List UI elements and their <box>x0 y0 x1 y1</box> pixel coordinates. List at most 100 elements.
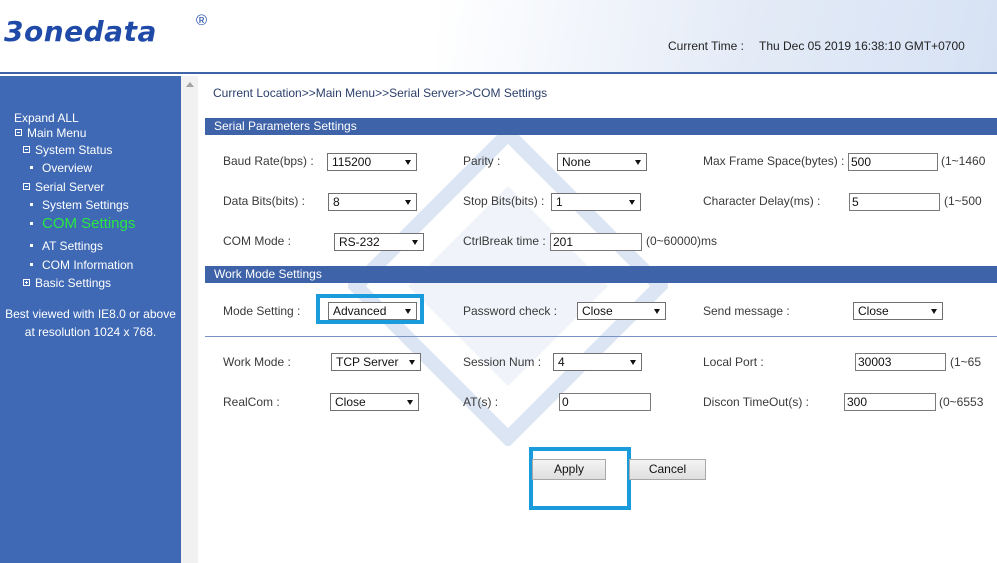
divider <box>205 336 997 337</box>
sidebar: Expand ALL Main Menu System Status Overv… <box>0 76 181 563</box>
data-bits-value: 8 <box>333 195 340 209</box>
scroll-up-arrow-icon[interactable] <box>186 82 194 87</box>
session-num-value: 4 <box>558 355 565 369</box>
at-input[interactable]: 0 <box>559 393 651 411</box>
current-time-label: Current Time : <box>668 39 745 53</box>
bullet-icon <box>30 222 33 225</box>
cancel-button[interactable]: Cancel <box>629 459 706 480</box>
stop-bits-label: Stop Bits(bits) : <box>463 194 545 208</box>
sidebar-item-main-menu[interactable]: Main Menu <box>15 126 86 140</box>
main-content: Current Location>>Main Menu>>Serial Serv… <box>198 76 997 563</box>
parity-select[interactable]: None <box>557 153 647 171</box>
parity-label: Parity : <box>463 154 501 168</box>
dropdown-arrow-icon <box>405 309 411 314</box>
sidebar-item-label: AT Settings <box>42 239 103 253</box>
realcom-value: Close <box>335 395 366 409</box>
vertical-scrollbar[interactable] <box>181 76 198 563</box>
logo: 3onedata <box>4 15 157 48</box>
sidebar-item-label: Overview <box>42 161 93 175</box>
breadcrumb: Current Location>>Main Menu>>Serial Serv… <box>213 86 548 100</box>
bullet-icon <box>30 263 33 266</box>
data-bits-select[interactable]: 8 <box>328 193 417 211</box>
session-num-label: Session Num : <box>463 355 542 369</box>
sidebar-item-at-settings[interactable]: AT Settings <box>30 239 103 253</box>
bullet-icon <box>30 203 33 206</box>
discon-timeout-label: Discon TimeOut(s) : <box>703 395 810 409</box>
realcom-select[interactable]: Close <box>330 393 419 411</box>
sidebar-item-serial-server[interactable]: Serial Server <box>23 180 104 194</box>
sidebar-item-com-information[interactable]: COM Information <box>30 258 133 272</box>
dropdown-arrow-icon <box>405 160 411 165</box>
ctrlbreak-time-label: CtrlBreak time : <box>463 234 546 248</box>
local-port-label: Local Port : <box>703 355 764 369</box>
sidebar-item-system-status[interactable]: System Status <box>23 143 112 157</box>
dropdown-arrow-icon <box>409 360 415 365</box>
sidebar-item-system-settings[interactable]: System Settings <box>30 198 129 212</box>
password-check-label: Password check : <box>463 304 558 318</box>
character-delay-label: Character Delay(ms) : <box>703 194 821 208</box>
max-frame-space-input[interactable]: 500 <box>848 153 938 171</box>
header-decoration <box>437 0 997 72</box>
serial-parameters-header: Serial Parameters Settings <box>205 118 997 135</box>
character-delay-input[interactable]: 5 <box>849 193 940 211</box>
browser-note-line1: Best viewed with IE8.0 or above <box>5 307 176 321</box>
baud-rate-select[interactable]: 115200 <box>327 153 417 171</box>
password-check-select[interactable]: Close <box>577 302 666 320</box>
local-port-range: (1~65 <box>950 355 982 369</box>
com-mode-select[interactable]: RS-232 <box>334 233 424 251</box>
discon-timeout-input[interactable]: 300 <box>844 393 936 411</box>
com-mode-label: COM Mode : <box>223 234 292 248</box>
work-mode-label: Work Mode : <box>223 355 291 369</box>
baud-rate-label: Baud Rate(bps) : <box>223 154 314 168</box>
work-mode-header: Work Mode Settings <box>205 266 997 283</box>
dropdown-arrow-icon <box>405 200 411 205</box>
collapse-icon <box>23 183 30 190</box>
sidebar-item-basic-settings[interactable]: Basic Settings <box>23 276 111 290</box>
work-mode-select[interactable]: TCP Server <box>331 353 421 371</box>
collapse-icon <box>15 129 22 136</box>
bullet-icon <box>30 166 33 169</box>
dropdown-arrow-icon <box>931 309 937 314</box>
sidebar-item-label: System Settings <box>42 198 129 212</box>
dropdown-arrow-icon <box>630 360 636 365</box>
stop-bits-value: 1 <box>556 195 563 209</box>
baud-rate-value: 115200 <box>332 155 372 169</box>
browser-note: Best viewed with IE8.0 or above at resol… <box>0 305 181 341</box>
apply-button[interactable]: Apply <box>532 459 606 480</box>
expand-icon <box>23 279 30 286</box>
sidebar-item-label: COM Settings <box>42 215 136 232</box>
sidebar-item-label: Serial Server <box>35 180 105 194</box>
com-mode-value: RS-232 <box>339 235 380 249</box>
mode-setting-select[interactable]: Advanced <box>328 302 417 320</box>
password-check-value: Close <box>582 304 613 318</box>
ctrlbreak-time-input[interactable]: 201 <box>550 233 642 251</box>
session-num-select[interactable]: 4 <box>553 353 642 371</box>
mode-setting-value: Advanced <box>333 304 387 318</box>
local-port-input[interactable]: 30003 <box>855 353 946 371</box>
at-label: AT(s) : <box>463 395 499 409</box>
sidebar-item-label: Basic Settings <box>35 276 112 290</box>
max-frame-space-label: Max Frame Space(bytes) : <box>703 154 845 168</box>
send-message-label: Send message : <box>703 304 790 318</box>
sidebar-item-label: COM Information <box>42 258 134 272</box>
expand-all-link[interactable]: Expand ALL <box>14 111 79 125</box>
character-delay-range: (1~500 <box>944 194 982 208</box>
dropdown-arrow-icon <box>412 240 418 245</box>
bullet-icon <box>30 244 33 247</box>
ctrlbreak-time-range: (0~60000)ms <box>646 234 718 248</box>
send-message-value: Close <box>858 304 889 318</box>
discon-timeout-range: (0~6553 <box>939 395 984 409</box>
sidebar-item-overview[interactable]: Overview <box>30 161 92 175</box>
dropdown-arrow-icon <box>629 200 635 205</box>
stop-bits-select[interactable]: 1 <box>551 193 641 211</box>
work-mode-value: TCP Server <box>336 355 399 369</box>
dropdown-arrow-icon <box>407 400 413 405</box>
sidebar-item-com-settings[interactable]: COM Settings <box>30 215 136 232</box>
dropdown-arrow-icon <box>654 309 660 314</box>
header: 3onedata ® Current Time : Thu Dec 05 201… <box>0 0 997 74</box>
sidebar-item-label: Main Menu <box>27 126 87 140</box>
max-frame-space-range: (1~1460 <box>941 154 986 168</box>
registered-mark: ® <box>196 12 208 29</box>
send-message-select[interactable]: Close <box>853 302 943 320</box>
data-bits-label: Data Bits(bits) : <box>223 194 306 208</box>
